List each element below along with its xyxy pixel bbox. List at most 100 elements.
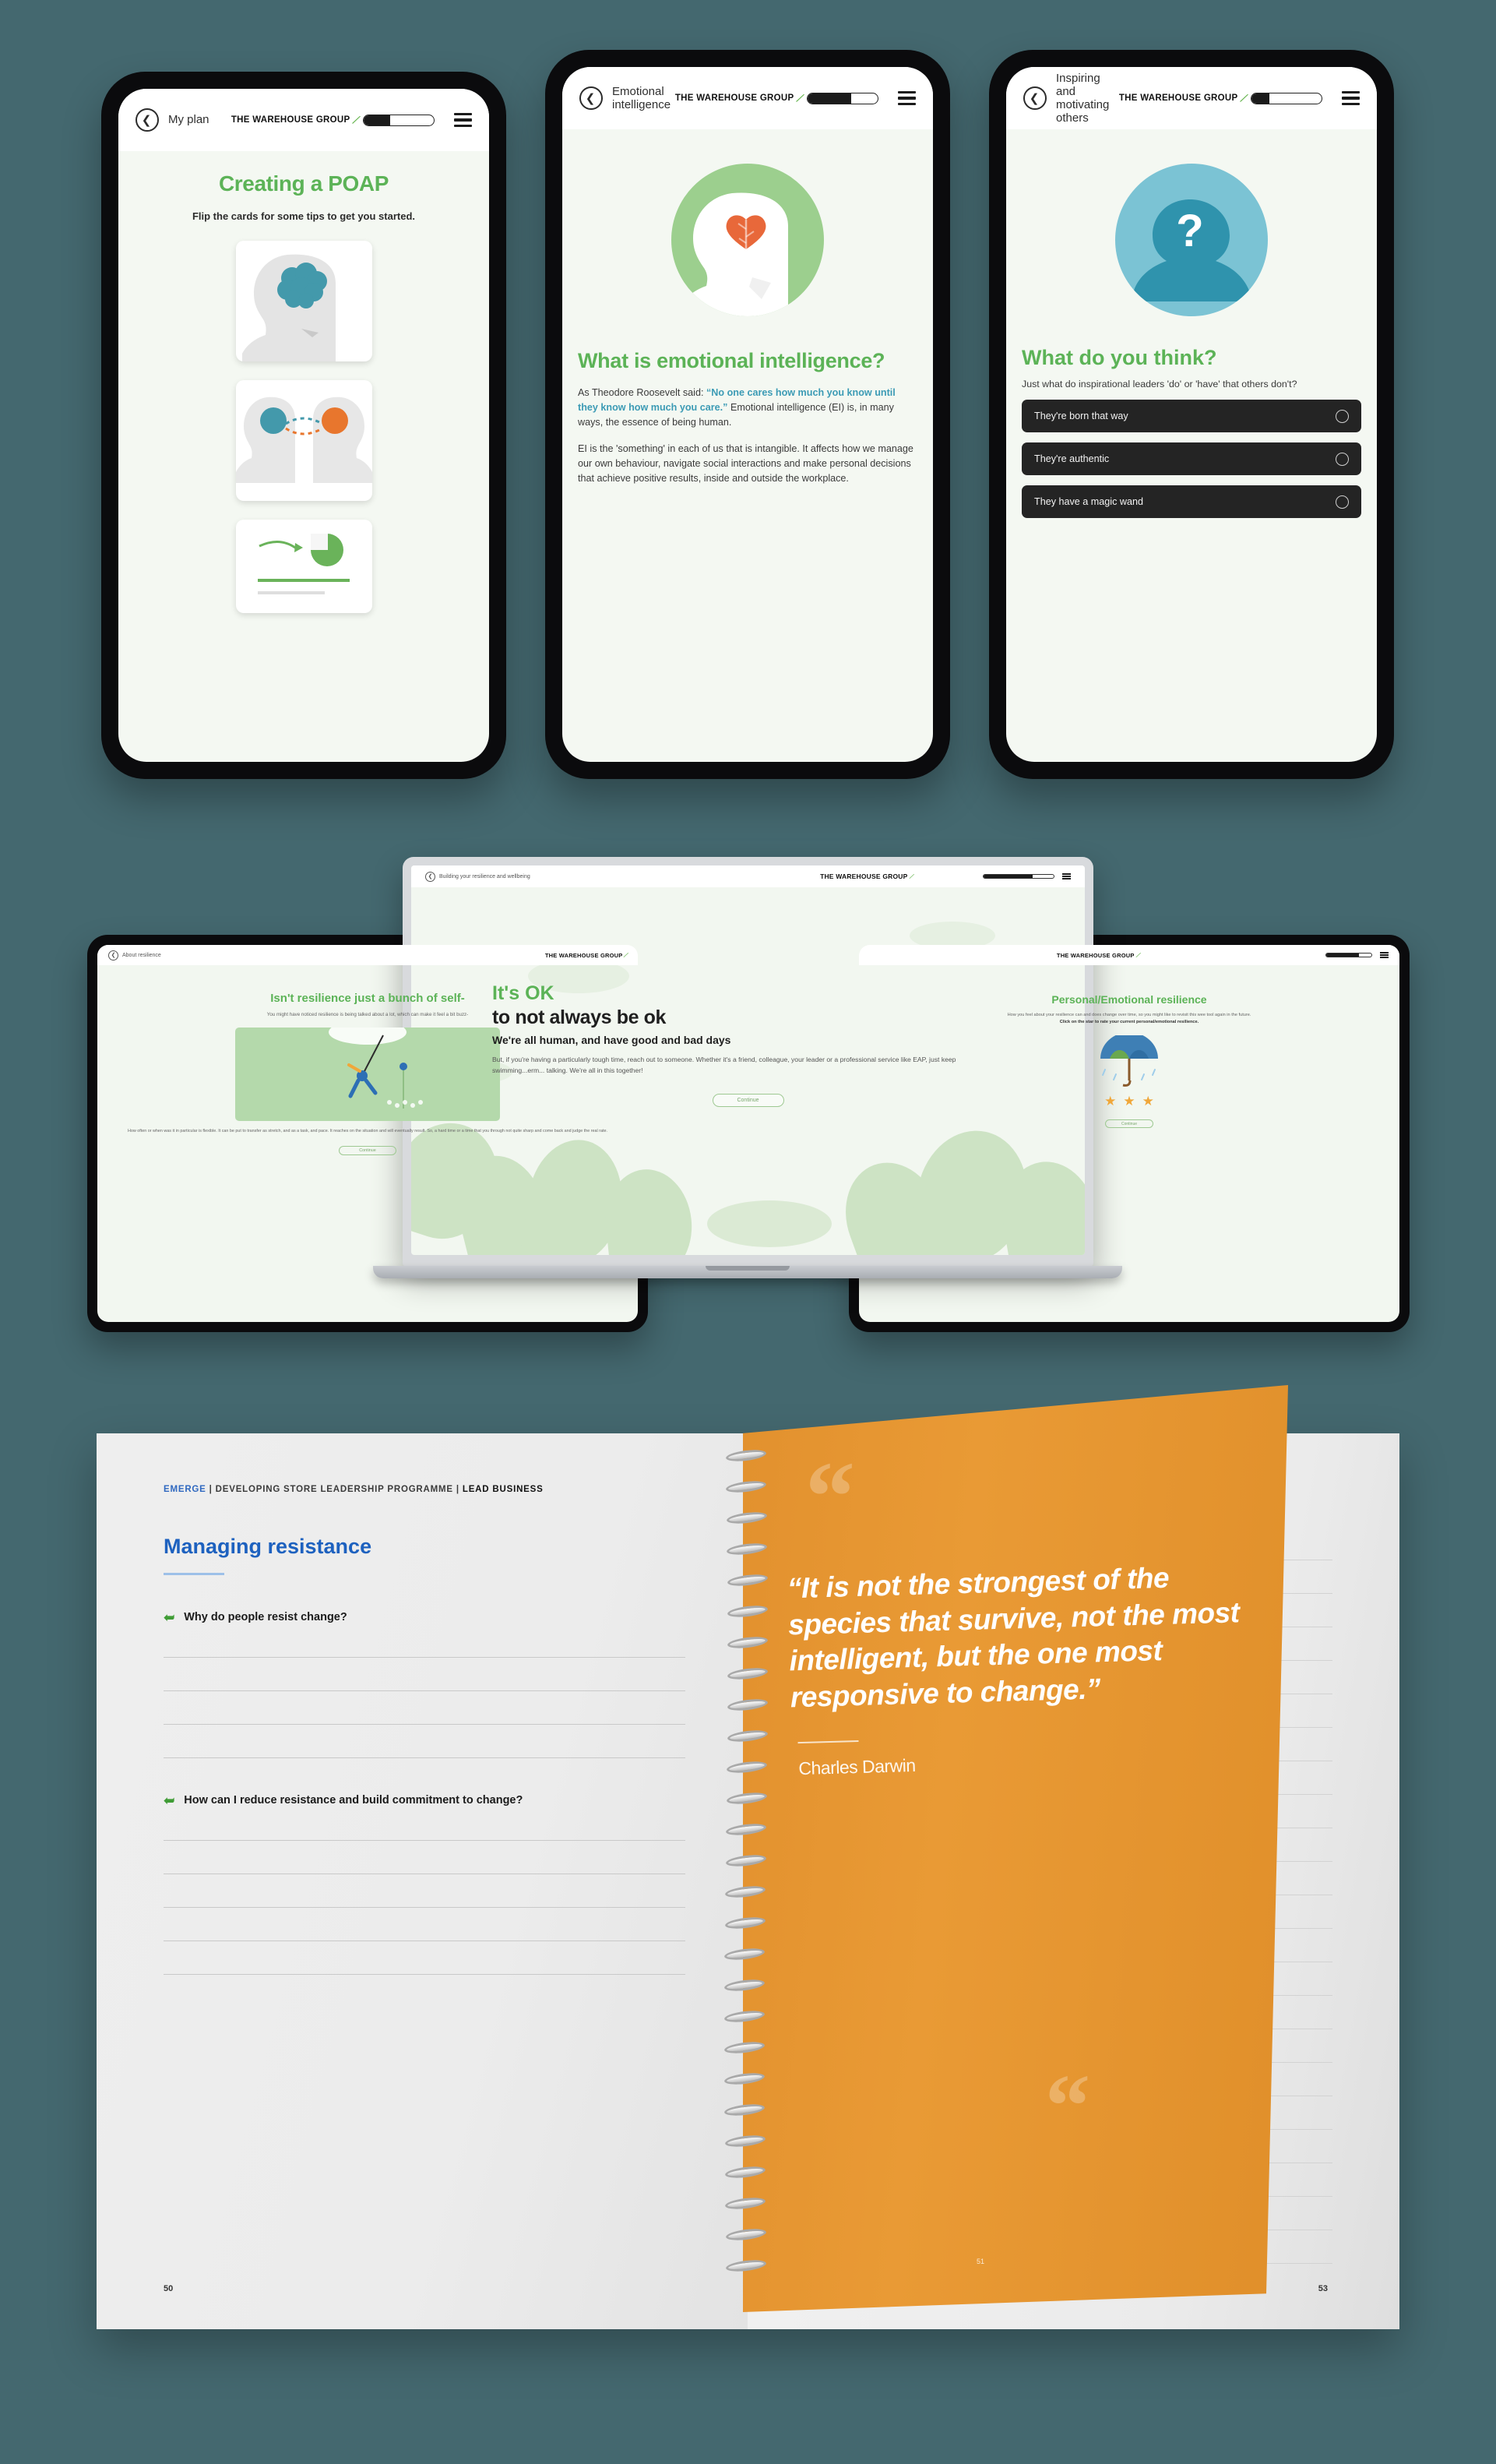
back-arrow-icon[interactable]: ❮ — [579, 86, 603, 110]
workbook-heading: Managing resistance — [164, 1535, 372, 1558]
brand-lockup: THE WAREHOUSE GROUP ⁄ — [1118, 90, 1360, 106]
kiwi-swoosh-icon: ⁄ — [1135, 950, 1140, 960]
paragraph-2: EI is the 'something' in each of us that… — [578, 442, 913, 485]
orange-quote-page[interactable]: “ “It is not the strongest of the specie… — [743, 1385, 1288, 2312]
radio-button-icon[interactable] — [1336, 409, 1349, 423]
spiral-ring — [726, 1541, 768, 1557]
chart-growth-icon — [257, 534, 350, 594]
hero-illustration-circle: ? — [1115, 164, 1268, 316]
quote-mark-icon-bottom: “ — [1045, 2057, 1090, 2156]
hamburger-menu-icon[interactable] — [1379, 952, 1389, 958]
workbook-question-2: ➥ How can I reduce resistance and build … — [164, 1792, 685, 1808]
answer-lines-group-2 — [164, 1839, 685, 1975]
spiral-ring — [724, 2164, 766, 2180]
phone-2-body: What is emotional intelligence? As Theod… — [562, 164, 933, 486]
phone-mockup-1: ❮ My plan THE WAREHOUSE GROUP ⁄ Creating… — [101, 72, 506, 779]
phone-mockup-2: ❮ Emotional intelligence THE WAREHOUSE G… — [545, 50, 950, 779]
kiwi-swoosh-icon: ⁄ — [1241, 91, 1248, 105]
spiral-ring — [723, 2133, 766, 2149]
workbook-question-1: ➥ Why do people resist change? — [164, 1610, 685, 1625]
laptop-lid: ❮ Building your resilience and wellbeing… — [403, 857, 1093, 1266]
back-arrow-icon[interactable]: ❮ — [1023, 86, 1047, 110]
hamburger-menu-icon[interactable] — [1062, 873, 1071, 879]
phone-2-header: ❮ Emotional intelligence THE WAREHOUSE G… — [562, 67, 933, 129]
spiral-ring — [726, 1759, 768, 1775]
star-icon[interactable]: ★ — [1142, 1095, 1154, 1108]
arrow-bullet-icon: ➥ — [164, 1792, 175, 1808]
kiwi-swoosh-icon: ⁄ — [797, 91, 804, 105]
answer-line[interactable] — [164, 1723, 685, 1725]
hero-illustration-circle — [671, 164, 824, 316]
continue-button[interactable]: Continue — [712, 1093, 784, 1107]
head-with-heart-brain-icon — [679, 192, 788, 316]
headline-sub: We're all human, and have good and bad d… — [492, 1034, 731, 1046]
progress-bar — [1325, 953, 1372, 957]
answer-line[interactable] — [164, 1656, 685, 1658]
answer-line[interactable] — [164, 1690, 685, 1691]
kiwi-swoosh-icon: ⁄ — [353, 113, 360, 127]
phone-mockup-3: ❮ Inspiring and motivating others THE WA… — [989, 50, 1394, 779]
spiral-ring — [727, 1603, 769, 1620]
phones-showcase: ❮ My plan THE WAREHOUSE GROUP ⁄ Creating… — [0, 0, 1496, 826]
hamburger-menu-icon[interactable] — [1342, 90, 1360, 106]
question-text: How can I reduce resistance and build co… — [184, 1793, 523, 1807]
two-heads-connected-icon — [235, 397, 372, 483]
svg-text:?: ? — [1176, 206, 1203, 256]
spiral-ring — [724, 1884, 766, 1900]
brand-lockup: THE WAREHOUSE GROUP ⁄ — [231, 112, 472, 128]
workbook-eyebrow: EMERGE | DEVELOPING STORE LEADERSHIP PRO… — [164, 1485, 685, 1494]
quiz-option-3[interactable]: They have a magic wand — [1022, 485, 1361, 518]
brand-lockup: THE WAREHOUSE GROUP ⁄ — [545, 950, 628, 960]
star-icon[interactable]: ★ — [1104, 1095, 1116, 1108]
quiz-option-2[interactable]: They're authentic — [1022, 442, 1361, 475]
headline-main: to not always be ok — [492, 1006, 667, 1028]
cloud-shape — [707, 1200, 832, 1247]
star-icon[interactable]: ★ — [1123, 1095, 1135, 1108]
radio-button-icon[interactable] — [1336, 495, 1349, 509]
continue-button[interactable]: Continue — [1105, 1119, 1153, 1128]
spiral-ring — [725, 1447, 767, 1464]
paragraph-1: As Theodore Roosevelt said: “No one care… — [578, 386, 917, 430]
back-arrow-icon[interactable]: ❮ — [108, 950, 118, 961]
flip-card-2[interactable] — [235, 380, 372, 501]
flip-card-3[interactable] — [235, 520, 372, 613]
quiz-option-1[interactable]: They're born that way — [1022, 400, 1361, 432]
phone-3-title: Inspiring and motivating others — [1056, 71, 1110, 125]
page-number-orange: 51 — [977, 2258, 985, 2265]
spiral-ring — [725, 2258, 768, 2274]
answer-line[interactable] — [164, 1757, 685, 1758]
brand-name: THE WAREHOUSE GROUP — [1056, 951, 1135, 959]
tablet-left-title: About resilience — [122, 952, 161, 958]
progress-bar — [983, 874, 1054, 879]
workbook-left-page: EMERGE | DEVELOPING STORE LEADERSHIP PRO… — [97, 1433, 748, 2329]
answer-line[interactable] — [164, 1906, 685, 1908]
eyebrow-lead: LEAD BUSINESS — [462, 1485, 544, 1494]
answer-line[interactable] — [164, 1973, 685, 1975]
progress-fill — [1325, 954, 1359, 957]
body-paragraph: But, if you're having a particularly tou… — [492, 1056, 956, 1074]
progress-fill — [984, 875, 1033, 878]
hamburger-menu-icon[interactable] — [898, 90, 916, 106]
tablet-left-header: ❮ About resilience THE WAREHOUSE GROUP ⁄ — [97, 945, 638, 965]
brand-lockup: THE WAREHOUSE GROUP ⁄ — [1056, 950, 1140, 960]
hamburger-menu-icon[interactable] — [454, 112, 472, 128]
laptop-base — [373, 1266, 1122, 1278]
phone-1-body: Creating a POAP Flip the cards for some … — [118, 171, 489, 613]
flip-card-1[interactable] — [235, 241, 372, 361]
spiral-ring — [726, 1790, 768, 1807]
back-arrow-icon[interactable]: ❮ — [136, 108, 159, 132]
continue-button[interactable]: Continue — [339, 1145, 396, 1155]
laptop-header: ❮ Building your resilience and wellbeing… — [411, 865, 1085, 887]
devices-showcase: ❮ About resilience THE WAREHOUSE GROUP ⁄… — [0, 857, 1496, 1418]
spiral-ring — [723, 2071, 766, 2087]
radio-button-icon[interactable] — [1336, 452, 1349, 466]
laptop-trackpad-notch — [706, 1266, 790, 1271]
brand-name: THE WAREHOUSE GROUP — [1118, 93, 1238, 103]
back-arrow-icon[interactable]: ❮ — [425, 871, 435, 882]
kiwi-swoosh-icon: ⁄ — [624, 950, 628, 960]
answer-lines-group-1 — [164, 1656, 685, 1758]
answer-line[interactable] — [164, 1839, 685, 1841]
progress-bar — [1251, 92, 1322, 104]
panel-caption: How often or when was it in particular i… — [127, 1129, 608, 1133]
spiral-ring — [727, 1697, 769, 1713]
